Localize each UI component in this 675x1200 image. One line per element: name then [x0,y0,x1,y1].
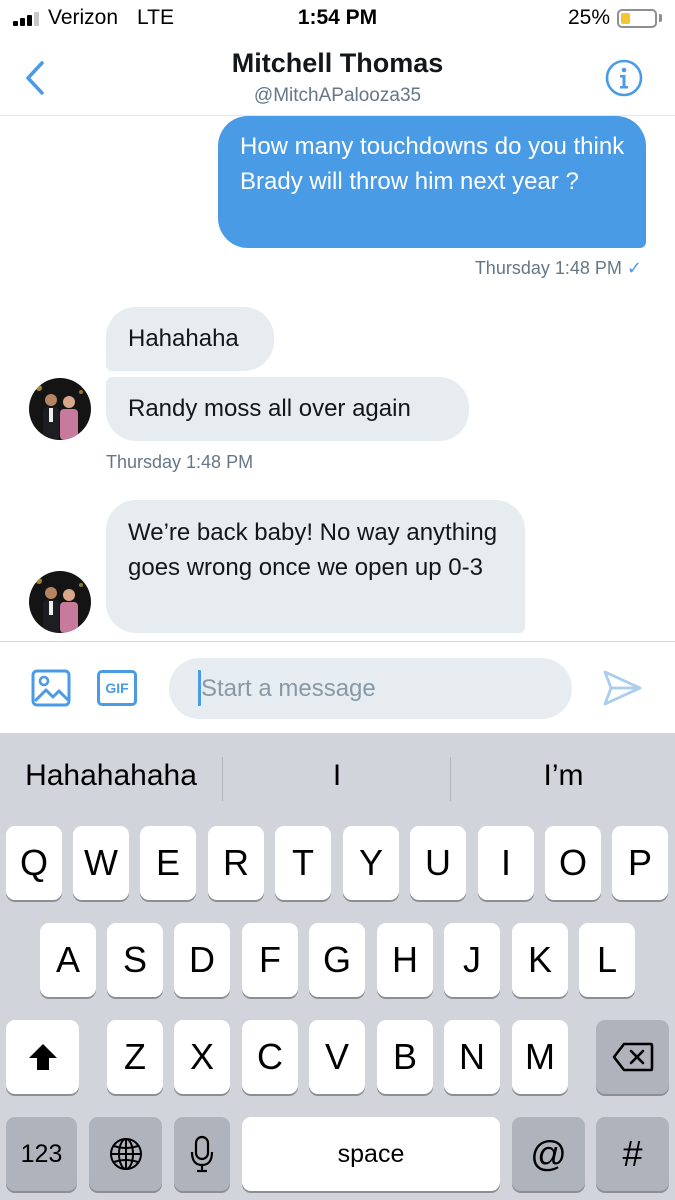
suggestion-3[interactable]: I’m [452,759,675,799]
key-o[interactable]: O [545,826,601,900]
key-t[interactable]: T [275,826,331,900]
key-j[interactable]: J [444,923,500,997]
avatar-photo [29,378,91,440]
key-x[interactable]: X [174,1020,230,1094]
key-v[interactable]: V [309,1020,365,1094]
avatar[interactable] [29,378,91,440]
avatar[interactable] [29,571,91,633]
at-key[interactable]: @ [512,1117,585,1191]
key-e[interactable]: E [140,826,196,900]
suggestion-divider [450,757,451,801]
incoming-message-bubble[interactable]: We’re back baby! No way anything goes wr… [106,500,525,633]
key-f[interactable]: F [242,923,298,997]
incoming-message-bubble[interactable]: Hahahaha [106,307,274,371]
key-p[interactable]: P [612,826,668,900]
backspace-icon [612,1042,653,1072]
key-r[interactable]: R [208,826,264,900]
text-cursor [198,670,201,706]
dictation-key[interactable] [174,1117,230,1191]
key-q[interactable]: Q [6,826,62,900]
key-h[interactable]: H [377,923,433,997]
timestamp-text: Thursday 1:48 PM [474,258,622,278]
key-s[interactable]: S [107,923,163,997]
key-y[interactable]: Y [343,826,399,900]
suggestion-divider [222,757,223,801]
image-icon [31,669,71,707]
numbers-key[interactable]: 123 [6,1117,77,1191]
globe-icon [109,1138,142,1170]
key-g[interactable]: G [309,923,365,997]
message-input[interactable] [169,658,572,719]
microphone-icon [190,1135,214,1173]
avatar-photo [29,571,91,633]
keyboard: Hahahahaha I I’m Q W E R T Y U I O P A S… [0,733,675,1200]
battery-percent: 25% [568,6,611,29]
message-composer: GIF [0,641,675,734]
info-icon [605,59,643,97]
key-l[interactable]: L [579,923,635,997]
delete-key[interactable] [596,1020,669,1094]
contact-handle: @MitchAPalooza35 [253,85,422,106]
shift-arrow-icon [28,1044,57,1070]
read-check-icon: ✓ [626,258,642,278]
space-key[interactable]: space [242,1117,500,1191]
battery-cap [659,14,662,22]
key-u[interactable]: U [410,826,466,900]
send-button[interactable] [601,668,643,708]
suggestion-2[interactable]: I [224,759,450,799]
conversation-header: Mitchell Thomas @MitchAPalooza35 [0,40,675,116]
send-icon [603,670,642,706]
key-m[interactable]: M [512,1020,568,1094]
key-c[interactable]: C [242,1020,298,1094]
key-k[interactable]: K [512,923,568,997]
key-d[interactable]: D [174,923,230,997]
hash-key[interactable]: # [596,1117,669,1191]
outgoing-message-bubble[interactable]: How many touchdowns do you think Brady w… [218,116,646,248]
suggestion-1[interactable]: Hahahahaha [0,759,222,799]
globe-key[interactable] [89,1117,162,1191]
key-n[interactable]: N [444,1020,500,1094]
info-button[interactable] [604,58,644,98]
shift-key[interactable] [6,1020,79,1094]
key-a[interactable]: A [40,923,96,997]
key-w[interactable]: W [73,826,129,900]
incoming-message-bubble[interactable]: Randy moss all over again [106,377,469,441]
contact-name[interactable]: Mitchell Thomas [0,48,675,79]
key-i[interactable]: I [478,826,534,900]
outgoing-message-timestamp: Thursday 1:48 PM ✓ [350,258,642,279]
battery-icon [617,9,657,28]
gif-button[interactable]: GIF [97,670,137,706]
status-bar: Verizon LTE 1:54 PM 25% [0,0,675,40]
add-photo-button[interactable] [31,669,71,707]
key-z[interactable]: Z [107,1020,163,1094]
incoming-message-timestamp: Thursday 1:48 PM [106,452,254,472]
key-b[interactable]: B [377,1020,433,1094]
